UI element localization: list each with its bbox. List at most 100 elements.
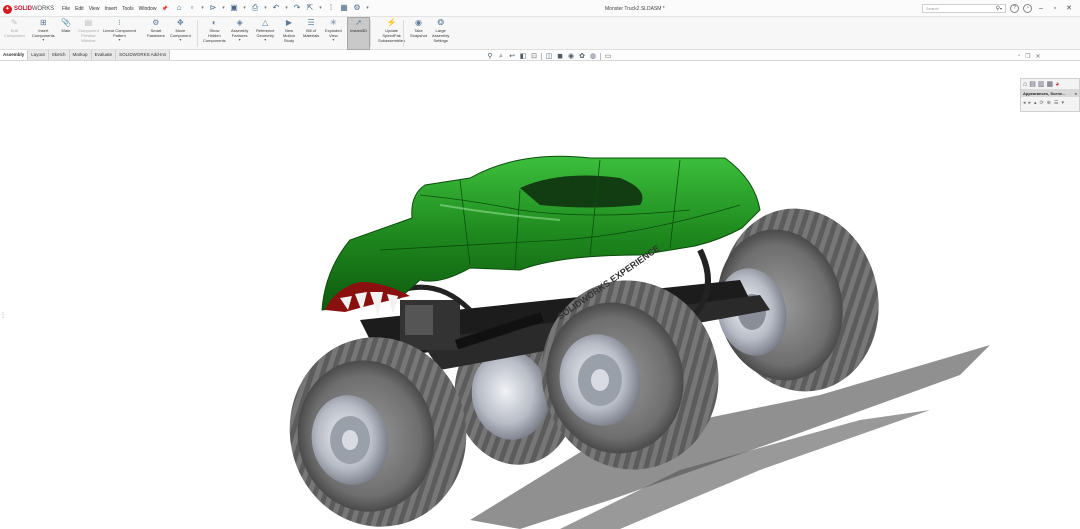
large-assembly-button[interactable]: ❂ Large Assembly Settings [432, 18, 449, 44]
chevron-down-icon[interactable]: ▾ [221, 3, 226, 13]
file-properties-icon[interactable]: ▦ [339, 3, 349, 13]
user-icon[interactable]: ◔ [1023, 3, 1032, 13]
chevron-down-icon[interactable]: ▾ [332, 38, 334, 42]
display-style-icon[interactable]: ◼ [556, 52, 564, 60]
task-pane-title: Appearances, Scene... [1023, 91, 1066, 96]
close-icon[interactable]: ✕ [1036, 53, 1041, 60]
view-palette-icon[interactable]: ▦ [1046, 81, 1053, 88]
home-icon[interactable]: ⌂ [174, 3, 184, 13]
mate-icon: 📎 [61, 18, 71, 27]
close-icon[interactable]: ✕ [1064, 3, 1074, 13]
restore-icon[interactable]: ❐ [1025, 53, 1030, 60]
menu-insert[interactable]: Insert [104, 6, 117, 12]
snapshot-button[interactable]: ◉ Take Snapshot [410, 18, 427, 39]
edit-component-button[interactable]: ✎ Edit Component [4, 18, 25, 39]
menu-file[interactable]: File [62, 6, 70, 12]
list-icon[interactable]: ☰ [1054, 100, 1058, 106]
dynamic-annotation-icon[interactable]: ⊡ [530, 52, 538, 60]
chevron-down-icon[interactable]: ▾ [318, 3, 323, 13]
exploded-view-button[interactable]: ✳ Exploded View ▾ [325, 18, 342, 42]
tab-layout[interactable]: Layout [28, 50, 49, 60]
insert-components-button[interactable]: ⊞ Insert Components ▾ [32, 18, 55, 42]
back-icon[interactable]: ◂ [1023, 100, 1026, 106]
open-icon[interactable]: ⊳ [208, 3, 218, 13]
tab-assembly[interactable]: Assembly [0, 50, 29, 60]
reference-geometry-button[interactable]: △ Reference Geometry ▾ [256, 18, 274, 42]
ribbon-button-label: Instant3D [350, 28, 368, 33]
edit-appearance-icon[interactable]: ✿ [578, 52, 586, 60]
chevron-down-icon[interactable]: ▾ [118, 38, 120, 42]
pin-icon[interactable]: 📌 [161, 6, 167, 12]
move-component-button[interactable]: ✥ Move Component ▾ [170, 18, 191, 42]
tab-evaluate[interactable]: Evaluate [91, 50, 117, 60]
linear-pattern-button[interactable]: ⁝ Linear Component Pattern ▾ [103, 18, 136, 42]
chevron-down-icon[interactable]: ▾ [284, 3, 289, 13]
options-gear-icon[interactable]: ⚙ [352, 3, 362, 13]
menu-window[interactable]: Window [139, 6, 157, 12]
feature-tree-expand-handle[interactable]: ⋮ [0, 312, 6, 326]
tab-markup[interactable]: Markup [69, 50, 92, 60]
chevron-down-icon[interactable]: ▾ [264, 38, 266, 42]
refresh-icon[interactable]: ⟳ [1040, 100, 1044, 106]
chevron-down-icon[interactable]: ▾ [239, 38, 241, 42]
print-icon[interactable]: ⎙ [250, 3, 260, 13]
help-icon[interactable]: ? [1010, 3, 1019, 13]
add-icon[interactable]: ⊕ [1047, 100, 1051, 106]
tab-solidworks-add-ins[interactable]: SOLIDWORKS Add-Ins [116, 50, 171, 60]
chevron-down-icon[interactable]: ▾ [200, 3, 205, 13]
document-title: Monster Truck2.SLDASM * [605, 6, 665, 12]
menu-tools[interactable]: Tools [122, 6, 134, 12]
mate-button[interactable]: 📎 Mate [61, 18, 71, 34]
view-settings-icon[interactable]: ▭ [604, 52, 612, 60]
preview-window-icon: ▤ [84, 18, 93, 27]
menu-edit[interactable]: Edit [75, 6, 84, 12]
save-icon[interactable]: ▣ [229, 3, 239, 13]
search-box[interactable]: Search ⚲ ▾ [922, 4, 1006, 13]
graphics-area[interactable]: SOLIDWORKS EXPERIENCE [0, 61, 1080, 529]
split-view-icon[interactable]: ▫ [1018, 53, 1020, 60]
ribbon-button-label: Update SpeedPak Subassemblies [378, 28, 406, 43]
new-document-icon[interactable]: ▫ [187, 3, 197, 13]
assembly-features-button[interactable]: ◈ Assembly Features ▾ [231, 18, 248, 42]
bom-button[interactable]: ☰ Bill of Materials [303, 18, 319, 39]
monster-truck-model[interactable]: SOLIDWORKS EXPERIENCE [0, 61, 1080, 529]
select-icon[interactable]: ⇱ [305, 3, 315, 13]
instant3d-button[interactable]: ➚ Instant3D [347, 17, 371, 50]
smart-fasteners-button[interactable]: ⚙ Smart Fasteners [147, 18, 165, 39]
chevron-down-icon[interactable]: ▾ [42, 38, 44, 42]
solidworks-logo[interactable]: ✦ SOLIDWORKS [3, 4, 54, 14]
search-input[interactable]: Search [926, 6, 996, 11]
forward-icon[interactable]: ▸ [1029, 100, 1032, 106]
tab-sketch[interactable]: Sketch [48, 50, 70, 60]
redo-icon[interactable]: ↷ [292, 3, 302, 13]
minimize-icon[interactable]: – [1036, 3, 1046, 13]
motion-study-button[interactable]: ▶ New Motion Study [283, 18, 295, 44]
previous-view-icon[interactable]: ↩ [508, 52, 516, 60]
chevron-down-icon[interactable]: ▾ [1061, 100, 1064, 106]
speedpak-button[interactable]: ⚡ Update SpeedPak Subassemblies [378, 18, 406, 44]
show-hidden-button[interactable]: ◐ Show Hidden Components [203, 18, 226, 44]
hide-show-items-icon[interactable]: ◉ [567, 52, 575, 60]
up-icon[interactable]: ▴ [1034, 100, 1037, 106]
chevron-down-icon[interactable]: ▾ [1000, 6, 1002, 11]
menu-view[interactable]: View [89, 6, 100, 12]
zoom-area-icon[interactable]: ⌕ [497, 52, 505, 60]
chevron-down-icon[interactable]: ▾ [242, 3, 247, 13]
preview-window-button[interactable]: ▤ Component Preview Window [78, 18, 99, 44]
appearances-icon[interactable]: ◕ [1055, 81, 1059, 88]
view-orientation-icon[interactable]: ◫ [545, 52, 553, 60]
apply-scene-icon[interactable]: ◍ [589, 52, 597, 60]
design-library-icon[interactable]: ▤ [1029, 81, 1036, 88]
file-explorer-icon[interactable]: ▥ [1038, 81, 1045, 88]
maximize-icon[interactable]: ▫ [1050, 3, 1060, 13]
solidworks-resources-icon[interactable]: ⌂ [1023, 81, 1027, 88]
zoom-to-fit-icon[interactable]: ⚲ [486, 52, 494, 60]
chevron-down-icon[interactable]: ▾ [263, 3, 268, 13]
chevron-down-icon[interactable]: ▾ [179, 38, 181, 42]
traffic-light-icon[interactable]: ⁞ [326, 3, 336, 13]
undo-icon[interactable]: ↶ [271, 3, 281, 13]
brand-suffix: WORKS [31, 6, 55, 12]
chevron-down-icon[interactable]: ▾ [365, 3, 370, 13]
close-icon[interactable]: × [1075, 91, 1077, 97]
section-view-icon[interactable]: ◧ [519, 52, 527, 60]
